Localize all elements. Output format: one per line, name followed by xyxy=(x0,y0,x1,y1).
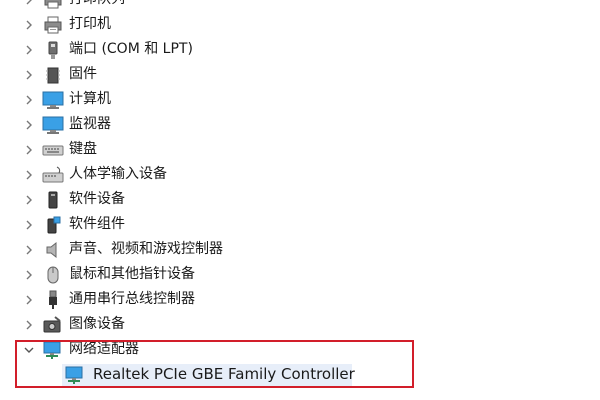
monitor-icon xyxy=(42,114,64,136)
chevron-right-icon[interactable] xyxy=(22,212,36,237)
tree-item-computer[interactable]: 计算机 xyxy=(0,87,600,112)
tree-item-mice[interactable]: 鼠标和其他指针设备 xyxy=(0,262,600,287)
tree-item-keyboards[interactable]: 键盘 xyxy=(0,137,600,162)
firmware-icon xyxy=(42,64,64,86)
hid-icon xyxy=(42,164,64,186)
tree-item-sound-video-game[interactable]: 声音、视频和游戏控制器 xyxy=(0,237,600,262)
chevron-right-icon[interactable] xyxy=(22,287,36,312)
chevron-right-icon[interactable] xyxy=(22,62,36,87)
tree-item-label: 打印队列 xyxy=(69,0,125,12)
mouse-icon xyxy=(42,264,64,286)
tree-item-label: Realtek PCIe GBE Family Controller xyxy=(93,365,355,383)
chevron-down-icon[interactable] xyxy=(22,337,36,362)
chevron-right-icon[interactable] xyxy=(22,0,36,12)
software-component-icon xyxy=(42,214,64,236)
tree-item-label: 声音、视频和游戏控制器 xyxy=(69,241,223,257)
tree-item-label: 计算机 xyxy=(69,91,111,107)
tree-item-printer[interactable]: 打印机 xyxy=(0,12,600,37)
tree-item-usb-controllers[interactable]: 通用串行总线控制器 xyxy=(0,287,600,312)
chevron-right-icon[interactable] xyxy=(22,312,36,337)
tree-item-label: 固件 xyxy=(69,66,97,82)
chevron-right-icon[interactable] xyxy=(22,237,36,262)
chevron-right-icon[interactable] xyxy=(22,262,36,287)
tree-item-label: 打印机 xyxy=(69,16,111,32)
tree-item-label: 软件组件 xyxy=(69,216,125,232)
tree-item-realtek-controller[interactable]: Realtek PCIe GBE Family Controller xyxy=(0,362,600,387)
tree-item-firmware[interactable]: 固件 xyxy=(0,62,600,87)
network-adapter-icon xyxy=(42,339,64,361)
camera-icon xyxy=(42,314,64,336)
chevron-right-icon[interactable] xyxy=(22,137,36,162)
tree-item-label: 通用串行总线控制器 xyxy=(69,291,195,307)
tree-item-label: 端口 (COM 和 LPT) xyxy=(69,41,193,57)
network-adapter-icon xyxy=(64,364,86,386)
computer-icon xyxy=(42,89,64,111)
chevron-right-icon[interactable] xyxy=(22,12,36,37)
tree-item-imaging-devices[interactable]: 图像设备 xyxy=(0,312,600,337)
tree-item-label: 软件设备 xyxy=(69,191,125,207)
tree-item-hid[interactable]: 人体学输入设备 xyxy=(0,162,600,187)
tree-item-label: 图像设备 xyxy=(69,316,125,332)
speaker-icon xyxy=(42,239,64,261)
usb-icon xyxy=(42,289,64,311)
software-device-icon xyxy=(42,189,64,211)
tree-item-label: 键盘 xyxy=(69,141,97,157)
chevron-right-icon[interactable] xyxy=(22,87,36,112)
tree-item-monitors[interactable]: 监视器 xyxy=(0,112,600,137)
chevron-right-icon[interactable] xyxy=(22,187,36,212)
tree-item-ports[interactable]: 端口 (COM 和 LPT) xyxy=(0,37,600,62)
chevron-right-icon[interactable] xyxy=(22,37,36,62)
chevron-right-icon[interactable] xyxy=(22,162,36,187)
tree-item-label: 鼠标和其他指针设备 xyxy=(69,266,195,282)
keyboard-icon xyxy=(42,139,64,161)
port-icon xyxy=(42,39,64,61)
tree-item-label: 人体学输入设备 xyxy=(69,166,167,182)
tree-item-network-adapters[interactable]: 网络适配器 xyxy=(0,337,600,362)
device-tree: 打印队列 打印机 端口 (COM 和 LPT) 固件 xyxy=(0,0,600,387)
chevron-right-icon[interactable] xyxy=(22,112,36,137)
tree-item-software-devices[interactable]: 软件设备 xyxy=(0,187,600,212)
tree-item-print-queue[interactable]: 打印队列 xyxy=(0,0,600,12)
tree-item-label: 监视器 xyxy=(69,116,111,132)
tree-item-label: 网络适配器 xyxy=(69,341,139,357)
print-queue-icon xyxy=(42,0,64,11)
printer-icon xyxy=(42,14,64,36)
tree-item-software-components[interactable]: 软件组件 xyxy=(0,212,600,237)
